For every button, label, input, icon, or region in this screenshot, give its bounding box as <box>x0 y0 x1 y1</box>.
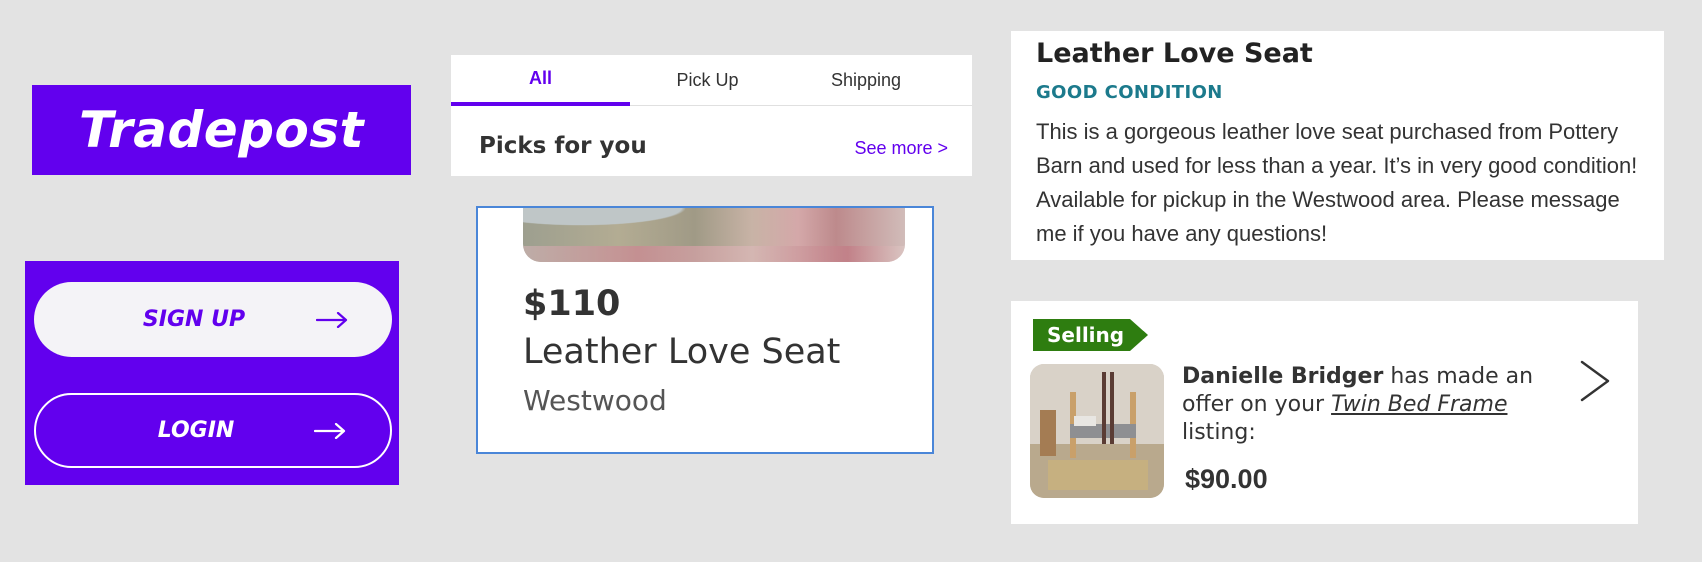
selling-badge: Selling <box>1033 319 1148 351</box>
item-thumbnail <box>1030 364 1164 498</box>
item-link[interactable]: Twin Bed Frame <box>1331 392 1507 417</box>
feed-header-card: All Pick Up Shipping Picks for you See m… <box>451 55 972 176</box>
signup-button[interactable]: SIGN UP <box>34 282 392 357</box>
condition-label: GOOD CONDITION <box>1036 82 1223 103</box>
tab-shipping[interactable]: Shipping <box>785 55 947 105</box>
offer-message: Danielle Bridger has made an offer on yo… <box>1182 363 1542 447</box>
signup-label: SIGN UP <box>142 307 246 332</box>
listing-description-card: Leather Love Seat GOOD CONDITION This is… <box>1011 31 1664 260</box>
logo-tile: Tradepost <box>32 85 411 175</box>
listing-image <box>523 208 905 262</box>
offer-notification-card[interactable]: Selling Danielle Bridger has made an off… <box>1011 301 1638 524</box>
listing-location: Westwood <box>523 384 667 417</box>
listing-price: $110 <box>523 284 621 324</box>
buyer-name: Danielle Bridger <box>1182 364 1384 389</box>
tab-bar: All Pick Up Shipping <box>451 55 972 106</box>
chevron-right-icon[interactable] <box>1578 360 1612 407</box>
login-label: LOGIN <box>157 418 235 443</box>
tab-all[interactable]: All <box>451 55 630 106</box>
selling-badge-label: Selling <box>1047 323 1125 347</box>
listing-card[interactable]: $110 Leather Love Seat Westwood <box>476 206 934 454</box>
login-button[interactable]: LOGIN <box>34 393 392 468</box>
offer-text-end: listing: <box>1182 420 1256 445</box>
see-more-link[interactable]: See more > <box>854 138 948 159</box>
auth-buttons-panel: SIGN UP LOGIN <box>25 261 399 485</box>
description-body: This is a gorgeous leather love seat pur… <box>1036 119 1638 246</box>
arrow-right-icon <box>314 395 346 466</box>
listing-title: Leather Love Seat <box>523 332 841 372</box>
offer-amount: $90.00 <box>1185 464 1268 494</box>
section-title: Picks for you <box>479 133 647 159</box>
description-title: Leather Love Seat <box>1036 38 1313 69</box>
arrow-right-icon <box>316 282 348 357</box>
brand-logo: Tradepost <box>78 101 365 159</box>
tab-pick-up[interactable]: Pick Up <box>630 55 785 105</box>
